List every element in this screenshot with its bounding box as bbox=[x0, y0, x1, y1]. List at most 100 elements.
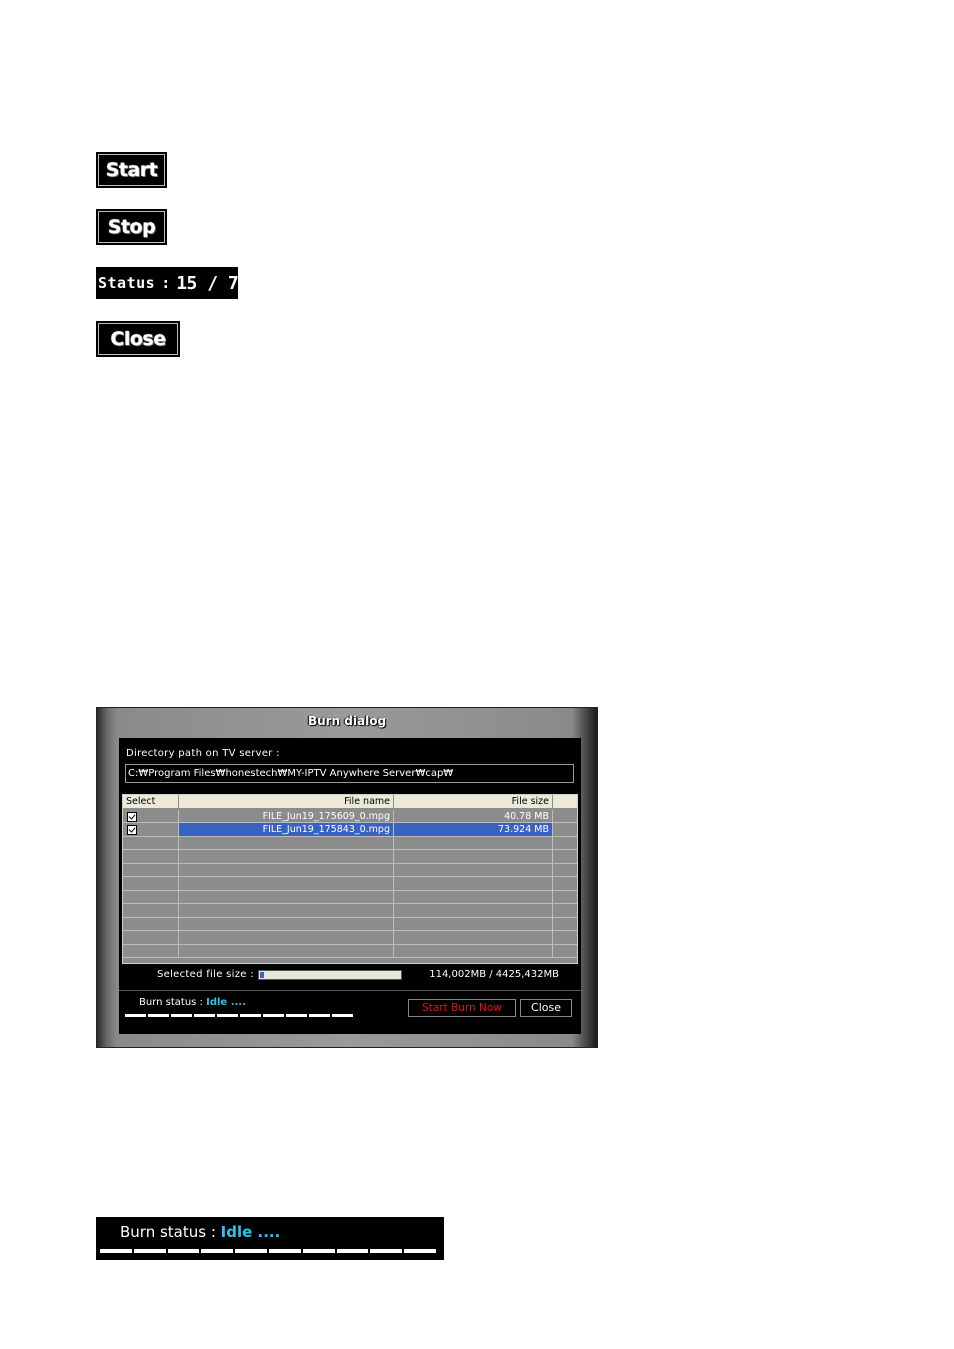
column-header-file-name[interactable]: File name bbox=[179, 795, 394, 809]
empty-cell bbox=[123, 863, 179, 877]
empty-cell bbox=[179, 863, 394, 877]
selected-size-bar bbox=[258, 970, 402, 980]
empty-cell bbox=[123, 877, 179, 891]
empty-cell bbox=[123, 890, 179, 904]
empty-cell bbox=[123, 944, 179, 958]
empty-cell bbox=[394, 863, 553, 877]
empty-table-row bbox=[123, 944, 577, 958]
file-name-cell: FILE_Jun19_175609_0.mpg bbox=[179, 809, 394, 823]
empty-table-row bbox=[123, 931, 577, 945]
empty-cell bbox=[553, 877, 577, 891]
start-burn-now-button[interactable]: Start Burn Now bbox=[408, 999, 516, 1017]
burn-dialog: Burn dialog Directory path on TV server … bbox=[96, 707, 598, 1048]
empty-cell bbox=[394, 931, 553, 945]
progress-segment bbox=[309, 1014, 330, 1017]
empty-table-row bbox=[123, 850, 577, 864]
close-button[interactable]: Close bbox=[96, 321, 180, 357]
start-button[interactable]: Start bbox=[96, 152, 167, 188]
progress-segment bbox=[263, 1014, 284, 1017]
directory-path-field[interactable]: C:₩Program Files₩honestech₩MY-IPTV Anywh… bbox=[125, 764, 574, 783]
directory-label: Directory path on TV server : bbox=[126, 748, 280, 759]
progress-segment bbox=[240, 1014, 261, 1017]
selected-size-label: Selected file size : bbox=[157, 969, 254, 980]
empty-cell bbox=[123, 904, 179, 918]
empty-table-row bbox=[123, 890, 577, 904]
empty-cell bbox=[394, 917, 553, 931]
empty-cell bbox=[179, 944, 394, 958]
burn-status-panel: Burn status : Idle .... bbox=[96, 1217, 444, 1260]
file-size-cell: 40.78 MB bbox=[394, 809, 553, 823]
progress-segment bbox=[148, 1014, 169, 1017]
burn-status-panel-value: Idle .... bbox=[220, 1223, 281, 1241]
empty-table-row bbox=[123, 836, 577, 850]
column-header-file-size[interactable]: File size bbox=[394, 795, 553, 809]
empty-cell bbox=[179, 917, 394, 931]
column-header-filler bbox=[553, 795, 577, 809]
table-row[interactable]: FILE_Jun19_175843_0.mpg 73.924 MB bbox=[123, 823, 577, 837]
progress-segment bbox=[167, 1249, 200, 1253]
select-checkbox[interactable] bbox=[127, 825, 137, 835]
table-header: Select File name File size bbox=[123, 795, 577, 809]
row-filler bbox=[553, 810, 577, 823]
empty-cell bbox=[553, 904, 577, 918]
file-name-cell: FILE_Jun19_175843_0.mpg bbox=[179, 823, 394, 837]
burn-status-panel-label: Burn status : bbox=[120, 1223, 216, 1241]
select-cell bbox=[123, 809, 179, 823]
burn-status: Burn status : Idle .... bbox=[139, 997, 246, 1008]
dialog-title: Burn dialog bbox=[307, 714, 387, 728]
progress-segment bbox=[336, 1249, 369, 1253]
dialog-close-button[interactable]: Close bbox=[520, 999, 572, 1017]
selected-size-fill bbox=[260, 972, 264, 978]
empty-table-row bbox=[123, 877, 577, 891]
empty-cell bbox=[179, 850, 394, 864]
file-size-cell: 73.924 MB bbox=[394, 823, 553, 837]
status-label: Status bbox=[98, 274, 156, 292]
empty-table-row bbox=[123, 904, 577, 918]
progress-segment bbox=[235, 1249, 267, 1253]
empty-cell bbox=[179, 931, 394, 945]
progress-segment bbox=[194, 1014, 215, 1017]
progress-segment bbox=[404, 1249, 436, 1253]
empty-cell bbox=[553, 918, 577, 931]
select-checkbox[interactable] bbox=[127, 811, 137, 822]
progress-segment bbox=[201, 1249, 234, 1253]
empty-cell bbox=[394, 877, 553, 891]
progress-segment bbox=[100, 1249, 132, 1253]
status-display: Status : 15 / 71 bbox=[96, 267, 249, 299]
progress-segment bbox=[217, 1014, 238, 1017]
empty-cell bbox=[179, 877, 394, 891]
progress-segment bbox=[286, 1014, 307, 1017]
burn-controls: Burn status : Idle .... Start Burn Now C… bbox=[119, 990, 581, 1035]
burn-status-value: Idle .... bbox=[206, 997, 246, 1008]
empty-cell bbox=[553, 864, 577, 877]
empty-cell bbox=[123, 917, 179, 931]
burn-status-panel-text: Burn status : Idle .... bbox=[120, 1223, 280, 1241]
empty-cell bbox=[179, 890, 394, 904]
empty-cell bbox=[123, 836, 179, 850]
burn-status-label: Burn status : bbox=[139, 997, 203, 1008]
stop-button[interactable]: Stop bbox=[96, 209, 167, 245]
selected-size-row: Selected file size : 114,002MB / 4425,43… bbox=[119, 966, 581, 986]
empty-table-row bbox=[123, 917, 577, 931]
empty-cell bbox=[553, 945, 577, 958]
selected-size-value: 114,002MB / 4425,432MB bbox=[429, 969, 559, 980]
empty-cell bbox=[394, 850, 553, 864]
status-value: 15 / 71 bbox=[176, 272, 249, 294]
empty-cell bbox=[123, 850, 179, 864]
empty-cell bbox=[394, 904, 553, 918]
empty-cell bbox=[553, 891, 577, 904]
empty-cell bbox=[179, 836, 394, 850]
empty-cell bbox=[394, 944, 553, 958]
table-row[interactable]: FILE_Jun19_175609_0.mpg 40.78 MB bbox=[123, 809, 577, 823]
column-header-select[interactable]: Select bbox=[123, 795, 179, 809]
dialog-body: Directory path on TV server : C:₩Program… bbox=[119, 738, 581, 1034]
file-table: Select File name File size FILE_Jun19_17… bbox=[122, 794, 578, 964]
burn-progress-bar bbox=[125, 1014, 353, 1017]
empty-cell bbox=[394, 890, 553, 904]
progress-segment bbox=[125, 1014, 146, 1017]
select-cell bbox=[123, 823, 179, 837]
empty-cell bbox=[553, 850, 577, 864]
empty-cell bbox=[553, 837, 577, 850]
empty-table-row bbox=[123, 863, 577, 877]
empty-cell bbox=[179, 904, 394, 918]
